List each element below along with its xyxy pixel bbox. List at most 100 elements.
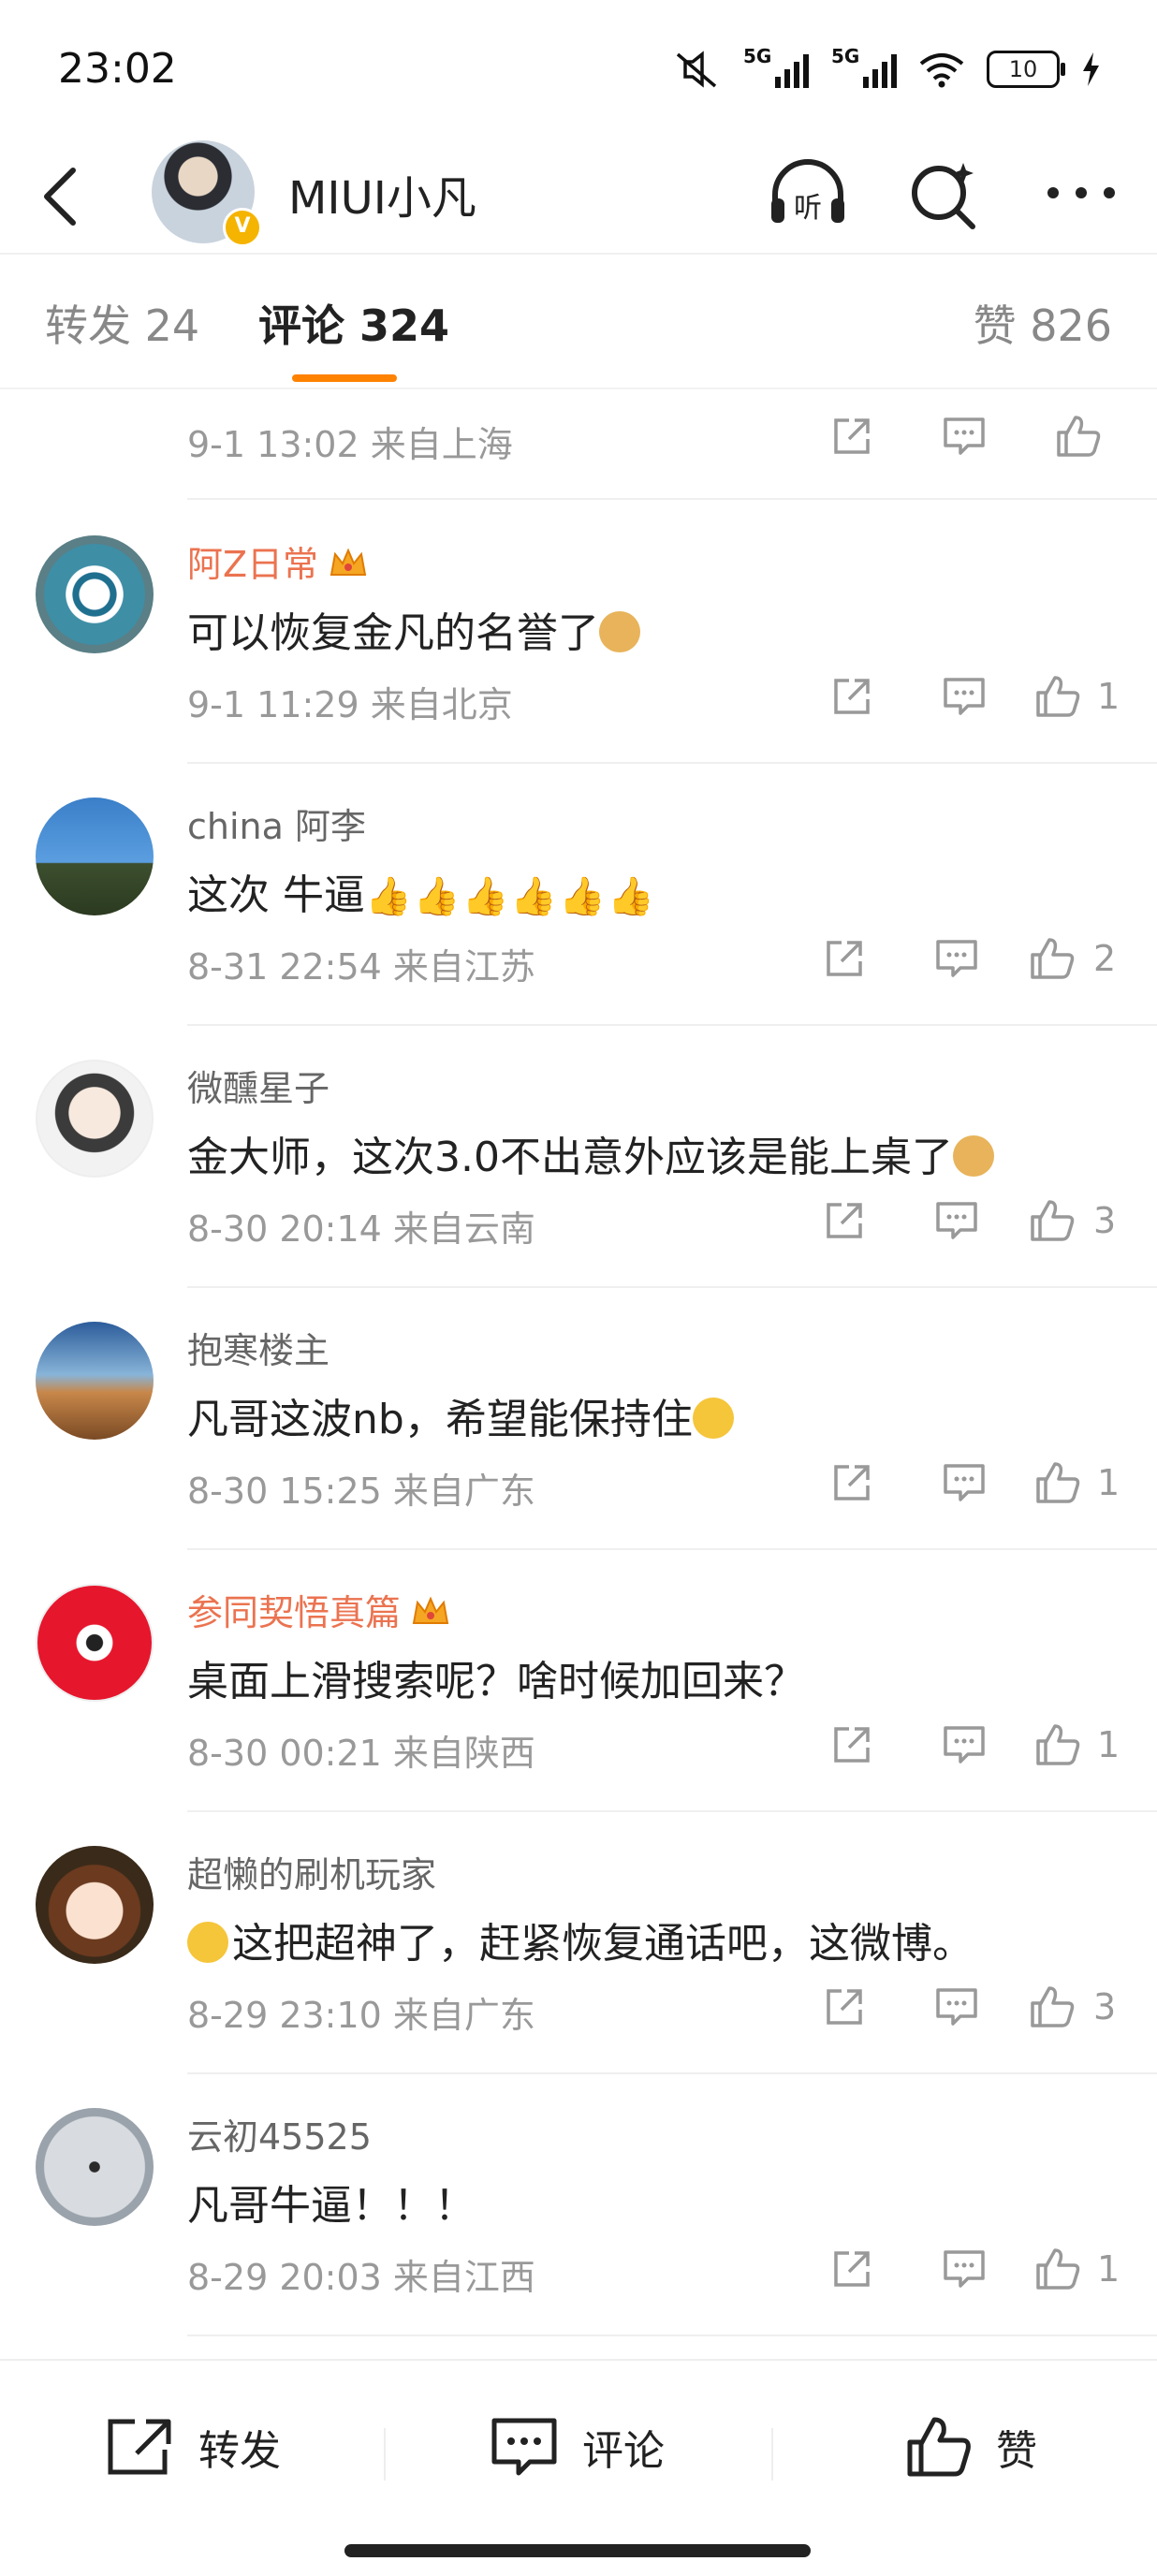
comment-meta: 8-29 23:10 来自广东 xyxy=(187,1995,535,2036)
reply-button[interactable] xyxy=(936,1455,992,1511)
comment-author[interactable]: china 阿李 xyxy=(187,798,366,849)
divider xyxy=(384,2428,386,2481)
avatar[interactable] xyxy=(36,1060,154,1178)
comment-icon xyxy=(944,417,985,455)
comment-meta: 8-30 00:21 来自陕西 xyxy=(187,1733,535,1774)
comment-item[interactable]: 阿Z日常 可以恢复金凡的名誉了 9-1 11:29 来自北京 1 xyxy=(0,500,1157,764)
reply-button[interactable] xyxy=(936,668,992,724)
thumbs-up-icon xyxy=(1057,416,1101,457)
comment-author[interactable]: 参同契悟真篇 xyxy=(187,1584,451,1635)
like-button[interactable] xyxy=(1024,930,1080,987)
tab-repost[interactable]: 转发 24 xyxy=(45,292,199,354)
comment-item[interactable]: 参同契悟真篇 桌面上滑搜索呢？啥时候加回来？ 8-30 00:21 来自陕西 1 xyxy=(0,1548,1157,1812)
like-button[interactable] xyxy=(1030,1455,1086,1511)
comment-author[interactable]: 云初45525 xyxy=(187,2108,372,2159)
more-icon xyxy=(1047,187,1115,198)
share-button[interactable] xyxy=(824,408,880,464)
comment-meta-row: 8-30 00:21 来自陕西 1 xyxy=(187,1707,1123,1782)
comment-author[interactable]: 抱寒楼主 xyxy=(187,1322,330,1373)
like-count: 1 xyxy=(1097,676,1120,717)
comment-item[interactable]: 云初45525 凡哥牛逼！！！ 8-29 20:03 来自江西 1 xyxy=(0,2072,1157,2336)
share-button[interactable] xyxy=(816,930,872,987)
comment-meta-row: 8-29 20:03 来自江西 1 xyxy=(187,2232,1123,2306)
status-time: 23:02 xyxy=(58,45,177,93)
laugh-cry-emoji-icon xyxy=(692,1398,734,1439)
like-button[interactable] xyxy=(1030,668,1086,724)
comment-item[interactable]: 微醺星子 金大师，这次3.0不出意外应该是能上桌了 8-30 20:14 来自云… xyxy=(0,1024,1157,1288)
avatar[interactable] xyxy=(36,1846,154,1964)
tab-likes[interactable]: 赞 826 xyxy=(974,292,1112,354)
comment-author[interactable]: 微醺星子 xyxy=(187,1060,330,1111)
share-icon xyxy=(834,2251,870,2287)
comment-text: 凡哥牛逼！！！ xyxy=(187,2182,476,2230)
battery-icon: 10 xyxy=(987,51,1065,88)
home-indicator[interactable] xyxy=(344,2544,811,2557)
verified-badge: V xyxy=(223,208,262,247)
repost-button[interactable]: 转发 xyxy=(105,2409,281,2484)
like-button[interactable] xyxy=(1030,1717,1086,1773)
share-button[interactable] xyxy=(816,1193,872,1249)
comment-icon xyxy=(944,678,985,715)
comment-icon xyxy=(944,1726,985,1764)
reply-button[interactable] xyxy=(929,1193,985,1249)
battery-level: 10 xyxy=(1008,56,1038,82)
reply-button[interactable] xyxy=(936,1717,992,1773)
comment-author[interactable]: 超懒的刷机玩家 xyxy=(187,1846,436,1897)
signal-icon: 5G xyxy=(743,45,809,88)
share-icon xyxy=(827,1989,862,2025)
like-post-button[interactable]: 赞 xyxy=(904,2409,1037,2484)
back-button[interactable] xyxy=(32,159,97,234)
comment-item[interactable]: china 阿李 这次 牛逼👍👍👍👍👍👍 8-31 22:54 来自江苏 2 xyxy=(0,762,1157,1026)
reply-button[interactable] xyxy=(936,2241,992,2297)
more-button[interactable] xyxy=(1039,155,1123,230)
share-icon xyxy=(834,1465,870,1500)
share-button[interactable] xyxy=(824,1455,880,1511)
comment-button[interactable]: 评论 xyxy=(489,2409,665,2484)
share-icon xyxy=(827,1203,862,1238)
reply-button[interactable] xyxy=(929,930,985,987)
comment-item[interactable]: 抱寒楼主 凡哥这波nb，希望能保持住 8-30 15:25 来自广东 1 xyxy=(0,1286,1157,1550)
share-button[interactable] xyxy=(824,2241,880,2297)
like-button[interactable] xyxy=(1050,408,1106,464)
listen-button[interactable]: 听 xyxy=(766,155,850,230)
comment-meta: 8-30 20:14 来自云南 xyxy=(187,1208,535,1250)
comment-author[interactable]: 阿Z日常 xyxy=(187,535,369,587)
avatar[interactable] xyxy=(36,1584,154,1702)
reply-button[interactable] xyxy=(929,1979,985,2035)
comment-meta-row: 8-30 20:14 来自云南 3 xyxy=(187,1183,1123,1258)
share-button[interactable] xyxy=(824,1717,880,1773)
comment-item[interactable]: 超懒的刷机玩家 这把超神了，赶紧恢复通话吧，这微博。 8-29 23:10 来自… xyxy=(0,1810,1157,2074)
divider xyxy=(187,2334,1157,2336)
listen-icon: 听 xyxy=(771,159,844,225)
wifi-icon xyxy=(919,53,964,88)
comment-meta: 8-31 22:54 来自江苏 xyxy=(187,946,535,988)
share-button[interactable] xyxy=(824,668,880,724)
reply-button[interactable] xyxy=(936,408,992,464)
avatar[interactable] xyxy=(36,798,154,915)
avatar[interactable] xyxy=(36,535,154,653)
network-label: 5G xyxy=(743,45,772,67)
comment-meta-row: 8-30 15:25 来自广东 1 xyxy=(187,1445,1123,1520)
like-button[interactable] xyxy=(1024,1979,1080,2035)
like-button[interactable] xyxy=(1030,2241,1086,2297)
comment-text: 可以恢复金凡的名誉了 xyxy=(187,599,640,659)
comment-icon xyxy=(944,2250,985,2288)
share-button[interactable] xyxy=(816,1979,872,2035)
avatar[interactable] xyxy=(36,1322,154,1440)
comment-text: 这把超神了，赶紧恢复通话吧，这微博。 xyxy=(187,1910,974,1969)
divider xyxy=(771,2428,773,2481)
tab-comments[interactable]: 评论 324 xyxy=(258,292,449,354)
status-bar: 23:02 5G 5G 10 xyxy=(0,0,1157,140)
avatar[interactable] xyxy=(36,2108,154,2226)
page-title[interactable]: MIUI小凡 xyxy=(288,161,476,227)
like-button[interactable] xyxy=(1024,1193,1080,1249)
like-count: 1 xyxy=(1097,1462,1120,1503)
search-button[interactable] xyxy=(902,155,987,230)
thumbs-up-icon xyxy=(1036,2248,1080,2290)
comment-meta: 8-29 20:03 来自江西 xyxy=(187,2257,535,2298)
comment-text: 桌面上滑搜索呢？啥时候加回来？ xyxy=(187,1658,805,1705)
thumbs-up-icon xyxy=(1036,676,1080,717)
share-icon xyxy=(827,941,862,976)
vip-crown-icon xyxy=(330,548,367,576)
thumbs-up-icon xyxy=(907,2417,971,2477)
